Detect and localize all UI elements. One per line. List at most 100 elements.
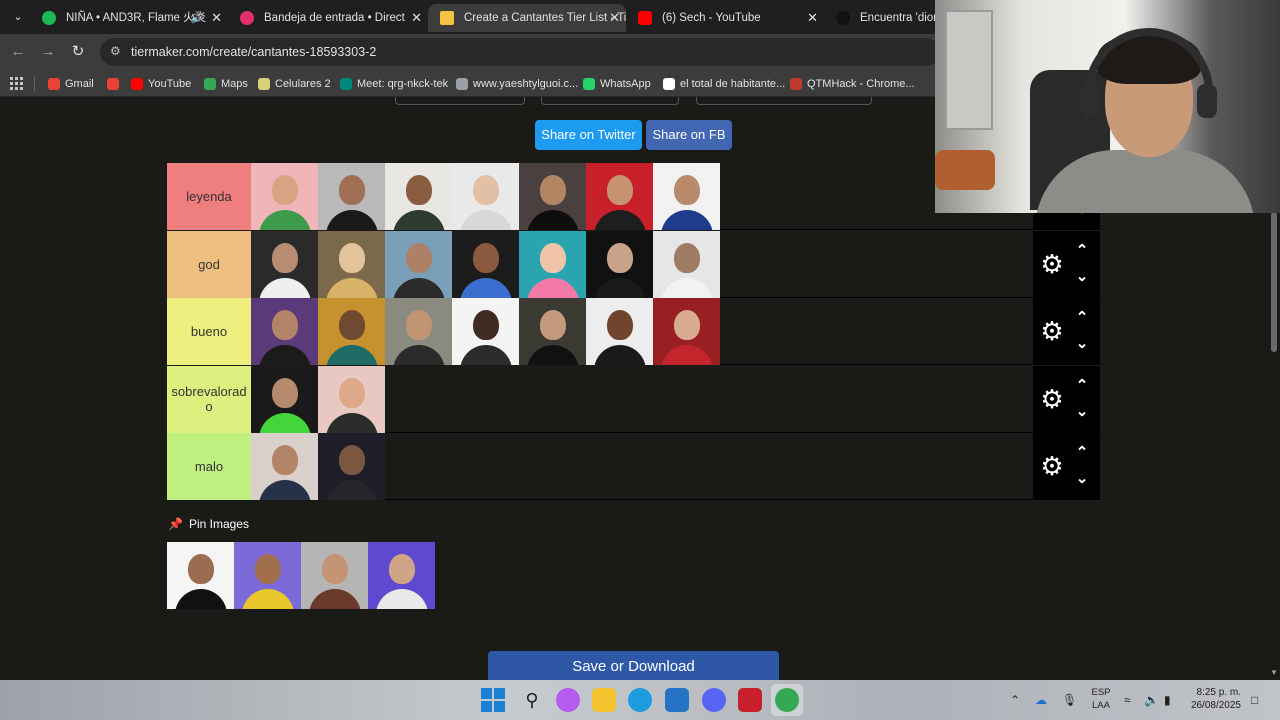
tab-tiermaker[interactable]: Create a Cantantes Tier List - Ti ✕ — [428, 4, 626, 32]
move-tier-down-chevron-icon[interactable]: ⌄ — [1073, 268, 1091, 285]
tier-label[interactable]: sobrevalorado — [167, 365, 251, 433]
pinned-artist-tile[interactable] — [234, 542, 301, 609]
show-hidden-icons-icon[interactable]: ⌃ — [1010, 692, 1020, 708]
speaker-icon[interactable]: 🔊 — [190, 4, 204, 32]
bookmark-item[interactable]: el total de habitante... — [663, 75, 785, 93]
artist-tile[interactable] — [385, 230, 452, 298]
artist-tile[interactable] — [318, 163, 385, 230]
artist-tile[interactable] — [318, 433, 385, 500]
bookmark-item[interactable]: www.yaeshtylguoi.c... — [456, 75, 578, 93]
bookmark-item[interactable]: Meet: qrg-nkck-tek — [340, 75, 448, 93]
chrome-icon[interactable] — [775, 688, 799, 712]
close-tab-icon[interactable]: ✕ — [807, 4, 818, 32]
bookmark-item[interactable]: Gmail — [48, 75, 94, 93]
tier-settings-gear-icon[interactable]: ⚙ — [1038, 250, 1066, 278]
artist-tile[interactable] — [586, 230, 653, 298]
tab-tiktok[interactable]: Encuentra 'diomed — [824, 4, 936, 32]
artist-tile[interactable] — [318, 298, 385, 365]
copilot-icon[interactable] — [556, 688, 580, 712]
share-twitter-button[interactable]: Share on Twitter — [535, 120, 642, 150]
scroll-down-arrow-icon[interactable]: ▼ — [1270, 668, 1278, 677]
url-text[interactable]: tiermaker.com/create/cantantes-18593303-… — [131, 38, 376, 66]
bookmark-item[interactable]: QTMHack - Chrome... — [790, 75, 915, 93]
volume-icon[interactable]: 🔊 — [1144, 692, 1159, 708]
toolbar-button-stub[interactable] — [541, 97, 679, 105]
artist-tile[interactable] — [452, 298, 519, 365]
tab-search-chevron-icon[interactable]: ⌄ — [8, 7, 28, 27]
move-tier-up-chevron-icon[interactable]: ⌃ — [1073, 310, 1091, 326]
battery-icon[interactable]: ▮ — [1164, 692, 1171, 708]
tier-label[interactable]: god — [167, 230, 251, 298]
share-facebook-button[interactable]: Share on FB — [646, 120, 732, 150]
taskbar-search-icon[interactable]: ⚲ — [520, 688, 544, 712]
tier-label[interactable]: malo — [167, 433, 251, 500]
pinned-artist-tile[interactable] — [368, 542, 435, 609]
artist-tile[interactable] — [318, 365, 385, 433]
input-language-indicator[interactable]: ESP LAA — [1090, 686, 1112, 712]
artist-tile[interactable] — [251, 163, 318, 230]
artist-tile[interactable] — [251, 365, 318, 433]
onedrive-icon[interactable]: ☁ — [1035, 692, 1047, 708]
move-tier-down-chevron-icon[interactable]: ⌄ — [1073, 336, 1091, 352]
artist-tile[interactable] — [519, 230, 586, 298]
move-tier-down-chevron-icon[interactable]: ⌄ — [1073, 471, 1091, 487]
artist-tile[interactable] — [452, 163, 519, 230]
artist-tile[interactable] — [519, 298, 586, 365]
pinned-artist-tile[interactable] — [301, 542, 368, 609]
close-tab-icon[interactable]: ✕ — [609, 4, 620, 32]
tier-settings-gear-icon[interactable]: ⚙ — [1038, 317, 1066, 345]
artist-tile[interactable] — [586, 298, 653, 365]
artist-tile[interactable] — [653, 298, 720, 365]
toolbar-button-stub[interactable] — [696, 97, 872, 105]
microphone-icon[interactable]: 🎙 — [1062, 692, 1077, 708]
artist-tile[interactable] — [653, 230, 720, 298]
forward-arrow-icon[interactable]: → — [38, 42, 58, 62]
artist-tile[interactable] — [385, 163, 452, 230]
store-icon[interactable] — [665, 688, 689, 712]
edge-icon[interactable] — [628, 688, 652, 712]
discord-icon[interactable] — [702, 688, 726, 712]
bookmark-item[interactable]: Celulares 2 — [258, 75, 331, 93]
bookmark-item[interactable]: WhatsApp — [583, 75, 651, 93]
tier-label[interactable]: bueno — [167, 298, 251, 365]
close-tab-icon[interactable]: ✕ — [211, 4, 222, 32]
back-arrow-icon[interactable]: ← — [8, 42, 28, 62]
tab-instagram[interactable]: Bandeja de entrada • Direct ✕ — [228, 4, 428, 32]
move-tier-up-chevron-icon[interactable]: ⌃ — [1073, 445, 1091, 461]
artist-tile[interactable] — [653, 163, 720, 230]
artist-tile[interactable] — [586, 163, 653, 230]
move-tier-up-chevron-icon[interactable]: ⌃ — [1073, 242, 1091, 259]
artist-tile[interactable] — [318, 230, 385, 298]
move-tier-down-chevron-icon[interactable]: ⌄ — [1073, 403, 1091, 420]
site-info-icon[interactable]: ⚙ — [110, 44, 121, 58]
tier-label[interactable]: leyenda — [167, 163, 251, 230]
artist-tile[interactable] — [251, 298, 318, 365]
system-clock[interactable]: 8:25 p. m. 26/08/2025 — [1185, 686, 1241, 712]
tab-spotify[interactable]: NIÑA • AND3R, Flame 火炎 🔊 ✕ — [30, 4, 228, 32]
omnibox[interactable]: ⚙ tiermaker.com/create/cantantes-1859330… — [100, 38, 940, 66]
save-or-download-button[interactable]: Save or Download — [488, 651, 779, 680]
tier-settings-gear-icon[interactable]: ⚙ — [1038, 385, 1066, 413]
bookmark-item[interactable] — [107, 75, 124, 93]
windows-start-icon[interactable] — [481, 688, 505, 712]
move-tier-up-chevron-icon[interactable]: ⌃ — [1073, 377, 1091, 394]
bookmark-item[interactable]: Maps — [204, 75, 248, 93]
voicemeeter-icon[interactable] — [738, 688, 762, 712]
file-explorer-icon[interactable] — [592, 688, 616, 712]
bookmark-item[interactable]: YouTube — [131, 75, 191, 93]
wifi-icon[interactable]: ≈ — [1124, 692, 1131, 708]
artist-tile[interactable] — [452, 230, 519, 298]
reload-icon[interactable]: ↻ — [68, 42, 88, 62]
close-tab-icon[interactable]: ✕ — [411, 4, 422, 32]
artist-tile[interactable] — [385, 298, 452, 365]
toolbar-button-stub[interactable] — [395, 97, 525, 105]
artist-tile[interactable] — [519, 163, 586, 230]
notifications-icon[interactable]: □ — [1251, 692, 1258, 708]
pinned-artist-tile[interactable] — [167, 542, 234, 609]
scrollbar-thumb[interactable] — [1271, 212, 1277, 352]
artist-tile[interactable] — [251, 230, 318, 298]
artist-tile[interactable] — [251, 433, 318, 500]
apps-grid-icon[interactable] — [10, 77, 23, 90]
tab-youtube[interactable]: (6) Sech - YouTube ✕ — [626, 4, 824, 32]
tier-settings-gear-icon[interactable]: ⚙ — [1038, 452, 1066, 480]
